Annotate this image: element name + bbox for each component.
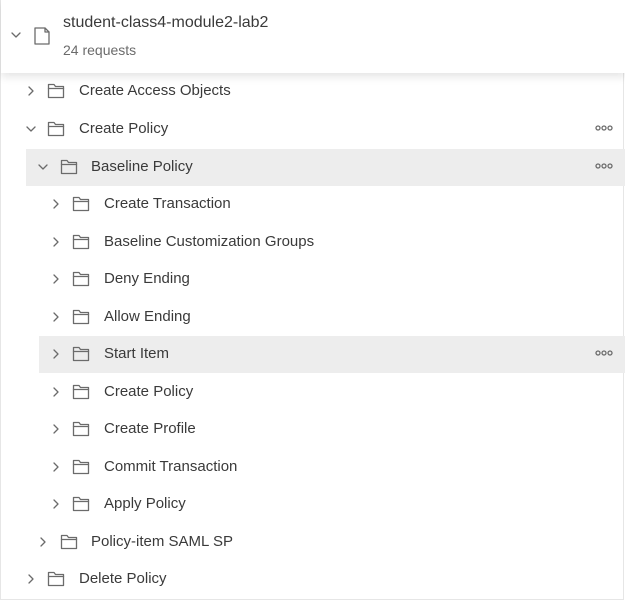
folder-row-create-transaction[interactable]: Create Transaction <box>1 186 625 223</box>
folder-label: Allow Ending <box>104 308 191 325</box>
chevron-right-icon[interactable] <box>49 197 63 211</box>
folder-icon <box>60 533 78 550</box>
folder-label: Delete Policy <box>79 570 167 587</box>
folder-label: Deny Ending <box>104 270 190 287</box>
folder-icon <box>72 495 90 512</box>
folder-row-create-policy-nested[interactable]: Create Policy <box>1 374 625 411</box>
folder-label: Policy-item SAML SP <box>91 533 233 550</box>
folder-label: Create Profile <box>104 420 196 437</box>
folder-icon <box>72 270 90 287</box>
folder-row-create-profile[interactable]: Create Profile <box>1 411 625 448</box>
chevron-right-icon[interactable] <box>49 272 63 286</box>
folder-label: Create Policy <box>79 120 169 137</box>
chevron-right-icon[interactable] <box>24 572 38 586</box>
folder-icon <box>47 82 65 99</box>
folder-row-delete-policy[interactable]: Delete Policy <box>1 561 625 598</box>
folder-icon <box>60 158 78 175</box>
folder-icon <box>47 570 65 587</box>
folder-row-commit-transaction[interactable]: Commit Transaction <box>1 449 625 486</box>
folder-row-create-policy[interactable]: Create Policy <box>1 111 625 148</box>
folder-row-baseline-policy[interactable]: Baseline Policy <box>1 149 625 186</box>
folder-row-create-access-objects[interactable]: Create Access Objects <box>1 73 625 110</box>
folder-icon <box>72 308 90 325</box>
folder-icon <box>72 420 90 437</box>
chevron-right-icon[interactable] <box>49 235 63 249</box>
folder-row-allow-ending[interactable]: Allow Ending <box>1 299 625 336</box>
folder-icon <box>72 383 90 400</box>
chevron-right-icon[interactable] <box>49 460 63 474</box>
more-options-icon[interactable] <box>595 121 613 135</box>
more-options-icon[interactable] <box>595 346 613 360</box>
collection-name[interactable]: student-class4-module2-lab2 <box>63 14 268 32</box>
folder-icon <box>72 345 90 362</box>
chevron-down-icon[interactable] <box>36 160 50 174</box>
collection-header[interactable]: student-class4-module2-lab2 24 requests <box>1 0 625 73</box>
folder-label: Baseline Policy <box>91 158 193 175</box>
folder-label: Create Policy <box>104 383 194 400</box>
folder-icon <box>72 233 90 250</box>
folder-row-apply-policy[interactable]: Apply Policy <box>1 486 625 523</box>
folder-row-baseline-customization-groups[interactable]: Baseline Customization Groups <box>1 224 625 261</box>
folder-icon <box>72 458 90 475</box>
folder-row-deny-ending[interactable]: Deny Ending <box>1 261 625 298</box>
folder-label: Commit Transaction <box>104 458 238 475</box>
folder-icon <box>72 195 90 212</box>
folder-icon <box>47 120 65 137</box>
folder-row-start-item[interactable]: Start Item <box>1 336 625 373</box>
folder-label: Create Access Objects <box>79 82 231 99</box>
chevron-right-icon[interactable] <box>24 84 38 98</box>
chevron-right-icon[interactable] <box>49 310 63 324</box>
chevron-down-icon[interactable] <box>24 122 38 136</box>
chevron-right-icon[interactable] <box>49 347 63 361</box>
folder-label: Create Transaction <box>104 195 231 212</box>
folder-label: Baseline Customization Groups <box>104 233 315 250</box>
sidebar-panel: student-class4-module2-lab2 24 requests … <box>0 0 625 600</box>
more-options-icon[interactable] <box>595 159 613 173</box>
folder-label: Start Item <box>104 345 170 362</box>
chevron-right-icon[interactable] <box>49 497 63 511</box>
chevron-right-icon[interactable] <box>49 422 63 436</box>
chevron-down-icon[interactable] <box>9 28 23 42</box>
collection-icon <box>33 26 51 46</box>
request-count: 24 requests <box>63 42 137 58</box>
chevron-right-icon[interactable] <box>49 385 63 399</box>
chevron-right-icon[interactable] <box>36 535 50 549</box>
folder-row-policy-item-saml-sp[interactable]: Policy-item SAML SP <box>1 524 625 561</box>
folder-label: Apply Policy <box>104 495 186 512</box>
